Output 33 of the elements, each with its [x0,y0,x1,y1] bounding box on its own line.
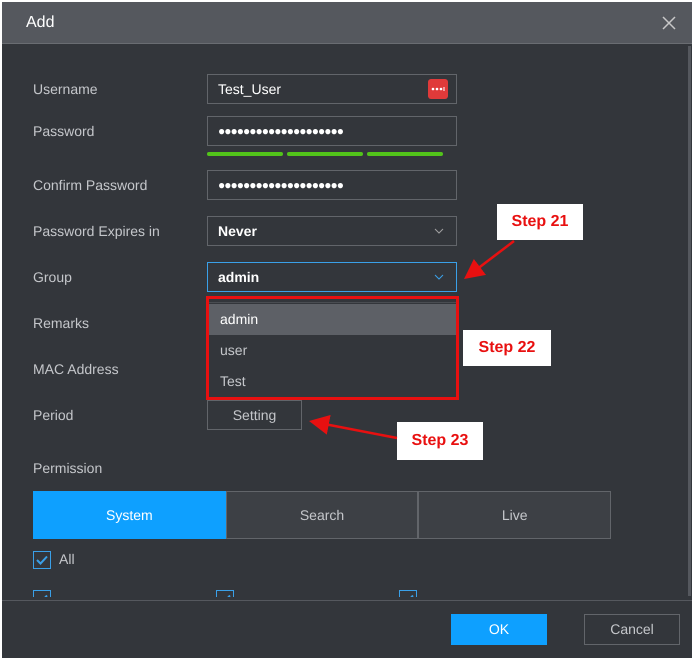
password-field[interactable]: ●●●●●●●●●●●●●●●●●●●● [207,116,457,146]
chevron-icon [434,274,444,280]
select-field[interactable]: admin [207,262,457,292]
checkbox[interactable] [33,550,51,568]
field-label: Group [33,268,73,287]
field-label: Password Expires in [33,222,161,241]
dropdown-option[interactable]: Test [208,366,456,397]
field-label: MAC Address [33,360,120,378]
field-label: Period [33,406,74,424]
cancel-button[interactable]: Cancel [584,614,680,645]
field-label: Confirm Password [33,176,148,194]
permission-tab[interactable]: Search [226,491,418,539]
checkbox-label: All [59,550,75,569]
dropdown-option[interactable]: user [208,335,456,366]
dropdown-option[interactable]: admin [208,304,456,335]
window-title: Add [26,12,54,32]
scrollbar[interactable] [688,46,691,596]
section-label: Permission [33,459,104,476]
password-field[interactable]: ●●●●●●●●●●●●●●●●●●●● [207,170,457,200]
password-manager-icon[interactable] [428,79,448,99]
select-field[interactable]: Never [207,216,457,246]
arrow [464,240,515,280]
field-label: Username [33,80,99,98]
chevron-icon [434,228,444,234]
close-icon[interactable] [662,16,676,30]
permission-tab[interactable]: Live [418,491,612,539]
step-callout: Step 23 [397,422,483,460]
username-field[interactable]: Test_User [207,74,457,104]
setting-button[interactable]: Setting [207,400,302,430]
field-label: Remarks [33,314,90,332]
step-callout: Step 22 [463,330,551,366]
field-label: Password [33,122,96,140]
step-callout: Step 21 [497,204,583,240]
